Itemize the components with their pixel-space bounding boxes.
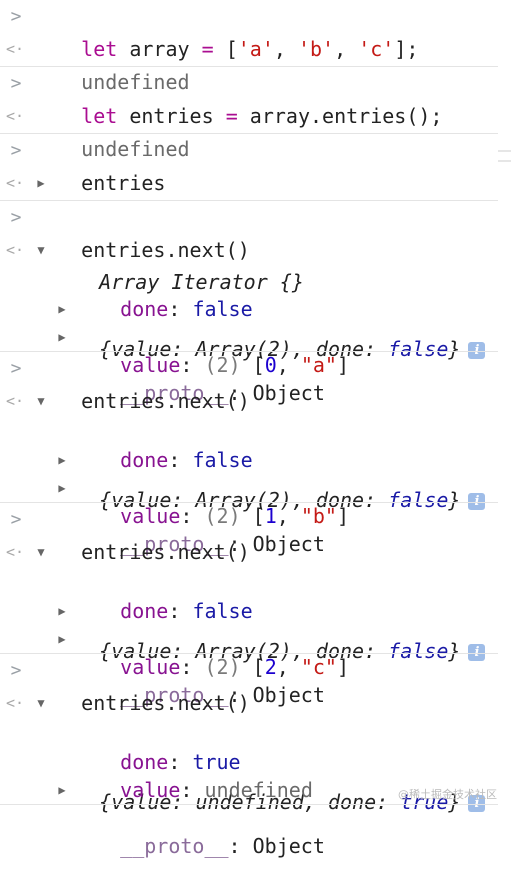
input-line: > entries.next() xyxy=(0,503,498,564)
property-line[interactable]: ▶ value: (2) [0, "a"] xyxy=(0,295,498,377)
property-line[interactable]: ▶ value: (2) [1, "b"] xyxy=(0,446,498,528)
colon: : xyxy=(228,834,241,858)
prompt-icon: > xyxy=(10,140,22,161)
result-line[interactable]: <· ▶ Array Iterator {} xyxy=(0,167,498,294)
result-line: <· undefined xyxy=(0,100,498,161)
prompt-icon: > xyxy=(10,207,22,228)
property-line: done: false xyxy=(0,267,498,321)
scrollbar-marker xyxy=(498,150,511,152)
result-arrow-icon: <· xyxy=(5,392,25,410)
expand-triangle-icon[interactable]: ▶ xyxy=(55,323,69,351)
prompt-icon: > xyxy=(10,6,22,27)
collapse-triangle-icon[interactable]: ▼ xyxy=(34,385,48,418)
property-line[interactable]: ▶ __proto__: Object xyxy=(0,323,498,405)
result-summary-line[interactable]: <· ▼ {value: Array(2), done: false} i xyxy=(0,234,498,361)
property-line: done: false xyxy=(0,418,498,472)
proto-key: __proto__ xyxy=(120,834,229,858)
property-line: done: false xyxy=(0,569,498,623)
collapse-triangle-icon[interactable]: ▼ xyxy=(34,234,48,267)
input-line: > entries.next() xyxy=(0,352,498,413)
input-line: > let entries = array.entries(); xyxy=(0,67,498,128)
watermark: @稀土掘金技术社区 xyxy=(398,788,497,801)
result-line: <· undefined xyxy=(0,33,498,94)
input-line: > entries xyxy=(0,134,498,195)
result-arrow-icon: <· xyxy=(5,107,25,125)
expand-triangle-icon[interactable]: ▶ xyxy=(55,474,69,502)
result-summary-line[interactable]: <· ▼ {value: Array(2), done: false} i xyxy=(0,385,498,512)
expand-triangle-icon[interactable]: ▶ xyxy=(34,167,48,200)
expand-triangle-icon[interactable]: ▶ xyxy=(55,625,69,653)
scrollbar-marker xyxy=(498,160,511,162)
property-line[interactable]: ▶ __proto__: Object xyxy=(0,474,498,556)
property-line: done: true xyxy=(0,720,498,774)
expand-triangle-icon[interactable]: ▶ xyxy=(55,295,69,323)
prompt-icon: > xyxy=(10,660,22,681)
collapse-triangle-icon[interactable]: ▼ xyxy=(34,687,48,720)
prompt-icon: > xyxy=(10,358,22,379)
property-line: value: undefined xyxy=(0,748,498,802)
input-line: > let array = ['a', 'b', 'c']; xyxy=(0,0,498,61)
expand-triangle-icon[interactable]: ▶ xyxy=(55,446,69,474)
input-line: > entries.next() xyxy=(0,654,498,715)
prompt-icon: > xyxy=(10,509,22,530)
expand-triangle-icon[interactable]: ▶ xyxy=(55,597,69,625)
prompt-icon: > xyxy=(10,73,22,94)
result-arrow-icon: <· xyxy=(5,40,25,58)
input-line: > entries.next() xyxy=(0,201,498,262)
property-line[interactable]: ▶ __proto__: Object xyxy=(0,625,498,707)
result-arrow-icon: <· xyxy=(5,543,25,561)
collapse-triangle-icon[interactable]: ▼ xyxy=(34,536,48,569)
result-summary-line[interactable]: <· ▼ {value: Array(2), done: false} i xyxy=(0,536,498,663)
result-arrow-icon: <· xyxy=(5,241,25,259)
scrollbar[interactable] xyxy=(498,0,511,816)
property-line[interactable]: ▶ value: (2) [2, "c"] xyxy=(0,597,498,679)
console-log: > let array = ['a', 'b', 'c']; <· undefine… xyxy=(0,0,498,858)
expand-triangle-icon[interactable]: ▶ xyxy=(55,776,69,804)
proto-value: Object xyxy=(252,834,325,858)
result-summary-line[interactable]: <· ▼ {value: undefined, done: true} i xyxy=(0,687,498,814)
result-arrow-icon: <· xyxy=(5,174,25,192)
result-arrow-icon: <· xyxy=(5,694,25,712)
